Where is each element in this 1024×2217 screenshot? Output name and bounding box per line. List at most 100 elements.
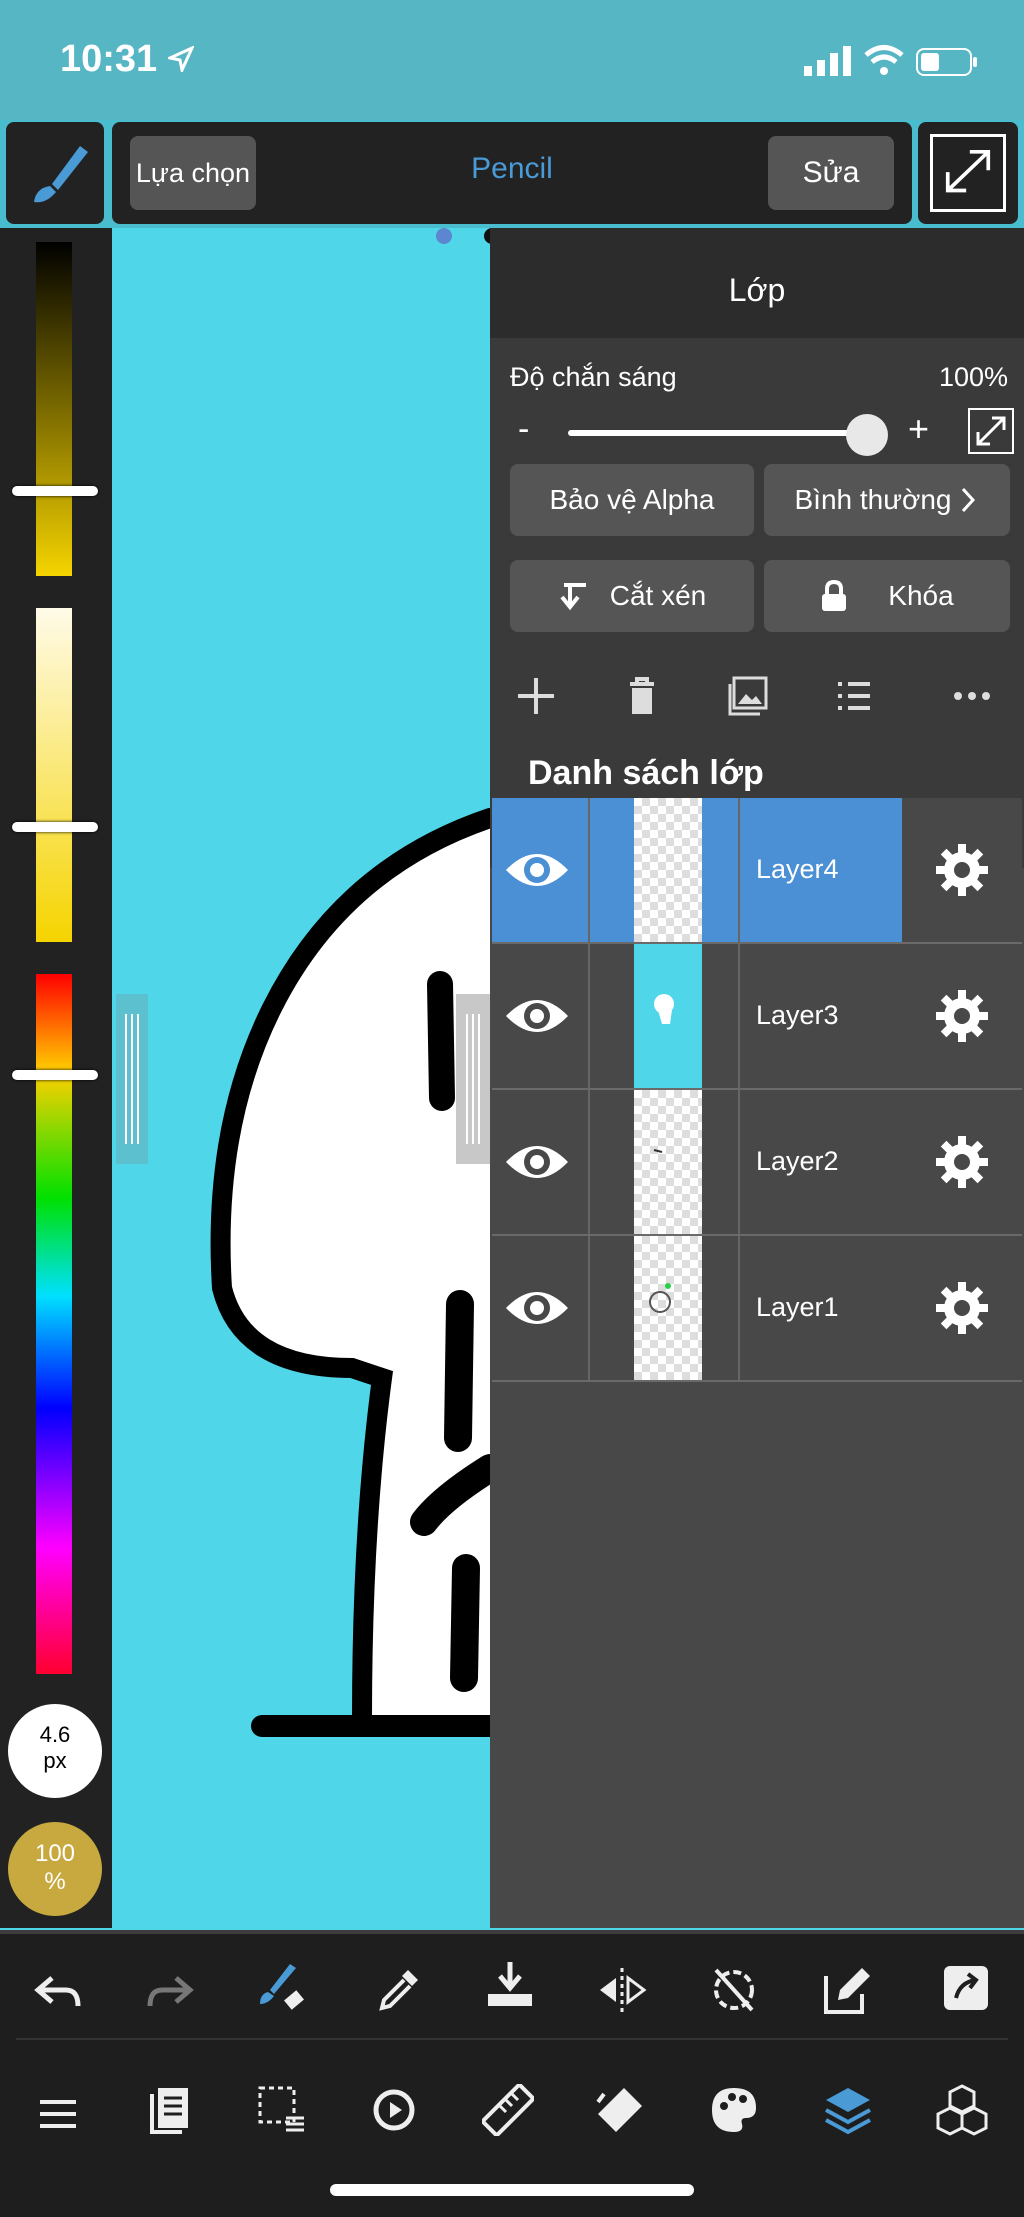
brush-tool-button[interactable] <box>6 122 104 224</box>
layer-row-main[interactable]: Layer3 <box>492 944 902 1088</box>
toolbar-divider <box>16 2038 1008 2040</box>
blend-mode-label: Bình thường <box>794 484 952 515</box>
battery-icon <box>916 48 977 76</box>
thumbnail-drawing <box>654 994 674 1024</box>
saturation-slider[interactable] <box>36 608 72 942</box>
brush-opacity-badge[interactable]: 100 % <box>8 1822 102 1916</box>
flip-horizontal-icon[interactable] <box>596 1964 648 2016</box>
more-icon[interactable] <box>950 674 994 718</box>
status-time: 10:31 <box>60 38 158 80</box>
share-icon[interactable] <box>940 1962 992 2014</box>
opacity-slider[interactable] <box>568 430 868 436</box>
materials-cubes-icon[interactable] <box>936 2084 988 2136</box>
opacity-slider-thumb[interactable] <box>846 414 888 456</box>
import-icon[interactable] <box>484 1960 536 2012</box>
row-divider <box>588 944 590 1088</box>
layer-row[interactable]: Layer1 <box>492 1236 1022 1382</box>
layer-row[interactable]: Layer4 <box>492 798 1022 944</box>
layer-row-main[interactable]: Layer2 <box>492 1090 902 1234</box>
opacity-expand-button[interactable] <box>968 408 1014 454</box>
layer-row[interactable]: Layer2 <box>492 1090 1022 1236</box>
layer-list-title: Danh sách lớp <box>528 754 764 792</box>
undo-icon[interactable] <box>32 1966 84 2018</box>
brightness-slider-handle[interactable] <box>12 486 98 496</box>
layer-row[interactable]: Layer3 <box>492 944 1022 1090</box>
blend-mode-button[interactable]: Bình thường <box>764 464 1010 536</box>
canvas-left-drag-handle[interactable] <box>116 994 148 1164</box>
layer-name: Layer1 <box>756 1292 839 1322</box>
menu-icon[interactable] <box>32 2088 84 2140</box>
layer-name: Layer3 <box>756 1000 839 1030</box>
brush-size-badge[interactable]: 4.6 px <box>8 1704 102 1798</box>
saturation-slider-handle[interactable] <box>12 822 98 832</box>
signal-icon <box>804 46 851 76</box>
fullscreen-button[interactable] <box>918 122 1018 224</box>
layer-image-icon[interactable] <box>726 674 770 718</box>
location-icon <box>168 46 194 72</box>
alpha-protect-button[interactable]: Bảo vệ Alpha <box>510 464 754 536</box>
trash-icon[interactable] <box>620 674 664 718</box>
thumbnail-drawing <box>653 1149 663 1153</box>
wifi-icon <box>864 45 904 75</box>
layer-list-icon[interactable] <box>832 674 876 718</box>
opacity-label: Độ chắn sáng <box>510 362 677 392</box>
color-slider-panel <box>0 228 112 1928</box>
gear-icon[interactable] <box>934 988 990 1044</box>
transform-rotate-icon[interactable] <box>368 2084 420 2136</box>
eye-icon[interactable] <box>502 1134 572 1190</box>
lock-icon <box>822 580 847 611</box>
grip-lines-icon <box>466 1014 480 1144</box>
page-dot <box>436 228 452 244</box>
ruler-icon[interactable] <box>482 2084 534 2136</box>
selection-button[interactable]: Lựa chọn <box>130 136 256 210</box>
brush-opacity-unit: % <box>44 1868 66 1895</box>
eyedropper-icon[interactable] <box>372 1964 424 2016</box>
brush-opacity-value: 100 <box>34 1840 76 1867</box>
layer-row-main[interactable]: Layer4 <box>492 798 902 942</box>
lock-button[interactable]: Khóa <box>764 560 1010 632</box>
layer-thumbnail <box>634 1236 702 1380</box>
alpha-protect-label: Bảo vệ Alpha <box>549 484 715 515</box>
brush-icon <box>34 146 88 203</box>
opacity-value: 100% <box>938 362 1008 392</box>
hue-slider-handle[interactable] <box>12 1070 98 1080</box>
fill-bucket-icon[interactable] <box>594 2084 646 2136</box>
add-layer-icon[interactable] <box>514 674 558 718</box>
eye-icon[interactable] <box>502 842 572 898</box>
lock-label: Khóa <box>888 580 954 611</box>
thumbnail-drawing <box>649 1283 671 1313</box>
gear-icon[interactable] <box>934 1134 990 1190</box>
clipping-button[interactable]: Cắt xén <box>510 560 754 632</box>
palette-icon[interactable] <box>708 2084 760 2136</box>
layer-name: Layer4 <box>756 854 839 884</box>
brightness-slider[interactable] <box>36 242 72 576</box>
layer-panel-header: Lớp <box>490 228 1024 338</box>
gear-icon[interactable] <box>934 842 990 898</box>
edit-button[interactable]: Sửa <box>768 136 894 210</box>
layer-row-main[interactable]: Layer1 <box>492 1236 902 1380</box>
opacity-increase-button[interactable]: + <box>908 408 929 450</box>
row-divider <box>588 798 590 942</box>
gear-icon[interactable] <box>934 1280 990 1336</box>
eye-icon[interactable] <box>502 988 572 1044</box>
panel-drag-handle[interactable] <box>456 994 490 1164</box>
edit-canvas-icon[interactable] <box>822 1964 874 2016</box>
expand-icon <box>945 149 991 193</box>
selection-list-icon[interactable] <box>256 2084 308 2136</box>
redo-icon[interactable] <box>144 1966 196 2018</box>
layer-actions-toolbar <box>490 646 1024 746</box>
chevron-right-icon <box>962 487 976 513</box>
layers-icon[interactable] <box>822 2084 874 2136</box>
brush-eraser-icon[interactable] <box>256 1960 308 2012</box>
clipping-label: Cắt xén <box>609 580 707 611</box>
status-bar: 10:31 <box>0 0 1024 120</box>
eye-icon[interactable] <box>502 1280 572 1336</box>
drawing-canvas[interactable] <box>112 228 504 1928</box>
rotate-lock-icon[interactable] <box>708 1964 760 2016</box>
expand-icon <box>976 416 1006 446</box>
gallery-pages-icon[interactable] <box>144 2084 196 2136</box>
opacity-decrease-button[interactable]: - <box>518 410 529 449</box>
current-tool-name[interactable]: Pencil <box>400 152 624 186</box>
layer-name: Layer2 <box>756 1146 839 1176</box>
row-divider <box>738 944 740 1088</box>
